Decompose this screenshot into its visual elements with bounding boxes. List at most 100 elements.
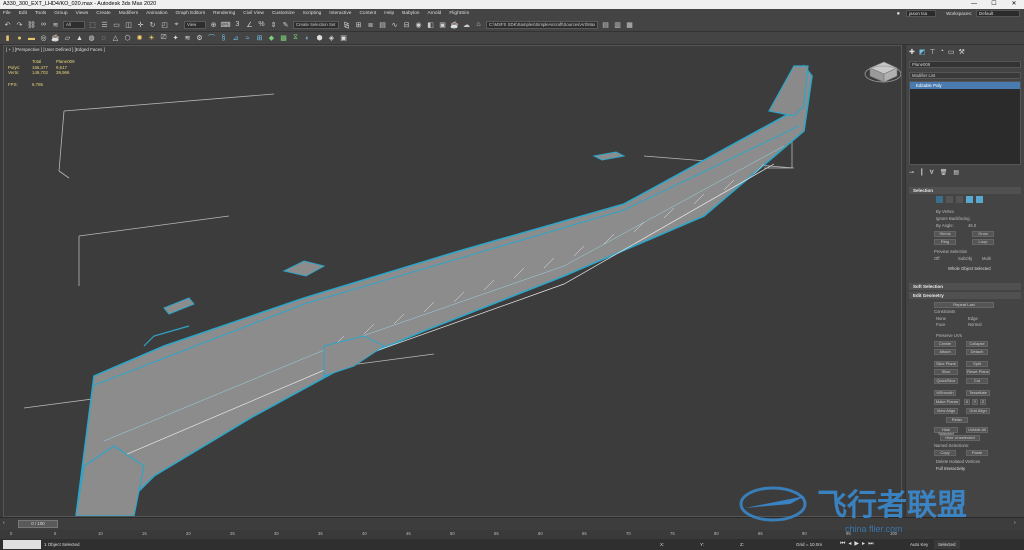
set-project-icon[interactable]: ▤ (601, 20, 610, 29)
a360-icon[interactable]: ⌂ (474, 20, 483, 29)
spinner-snap-icon[interactable]: ⇕ (269, 20, 278, 29)
create-pyramid-icon[interactable]: △ (111, 34, 120, 43)
planar-z-button[interactable]: Z (980, 399, 986, 405)
modifier-uvw-icon[interactable]: ▩ (279, 34, 288, 43)
frame-counter[interactable]: 0 / 100 (18, 520, 58, 528)
constraint-normal-radio[interactable]: Normal (968, 322, 982, 327)
motion-tab-icon[interactable]: ◔ (940, 48, 944, 56)
grid-align-button[interactable]: Grid Align (966, 408, 990, 414)
selection-filter-dropdown[interactable]: All (63, 20, 85, 29)
menu-civil-view[interactable]: Civil View (243, 11, 264, 16)
create-tab-icon[interactable]: ✚ (909, 48, 915, 56)
play-icon[interactable]: ▶ (854, 539, 859, 550)
scale-icon[interactable]: ◰ (160, 20, 169, 29)
preview-multi-radio[interactable]: Multi (982, 256, 991, 261)
create-teapot-icon[interactable]: ☕ (51, 34, 60, 43)
modifier-bend-icon[interactable]: ⌒ (207, 34, 216, 43)
planar-x-button[interactable]: X (964, 399, 970, 405)
render-setup-icon[interactable]: ◧ (426, 20, 435, 29)
render-cloud-icon[interactable]: ☁ (462, 20, 471, 29)
unhide-all-button[interactable]: Unhide All (966, 427, 988, 433)
close-button[interactable]: ✕ (1004, 0, 1024, 9)
toggle-ribbon-icon[interactable]: ▤ (378, 20, 387, 29)
create-torus-icon[interactable]: ◎ (39, 34, 48, 43)
auto-key-button[interactable]: Auto Key (910, 539, 928, 550)
create-helper-icon[interactable]: ✦ (171, 34, 180, 43)
relax-button[interactable]: Relax (946, 417, 968, 423)
align-icon[interactable]: ⊞ (354, 20, 363, 29)
mirror-icon[interactable]: ⧎ (342, 20, 351, 29)
window-crossing-icon[interactable]: ◫ (124, 20, 133, 29)
slice-button[interactable]: Slice (934, 369, 958, 375)
layer-explorer-icon[interactable]: ≣ (366, 20, 375, 29)
place-icon[interactable]: ⌖ (172, 20, 181, 29)
select-by-name-icon[interactable]: ☰ (100, 20, 109, 29)
create-system-icon[interactable]: ⚙ (195, 34, 204, 43)
time-slider-prev-icon[interactable]: ‹ (3, 520, 5, 526)
project-folder-icon[interactable]: ▥ (613, 20, 622, 29)
move-icon[interactable]: ✛ (136, 20, 145, 29)
tessellate-button[interactable]: Tessellate (966, 390, 990, 396)
remove-modifier-icon[interactable]: 🗑 (940, 169, 948, 176)
redo-icon[interactable]: ↷ (15, 20, 24, 29)
create-cylinder-icon[interactable]: ▬ (27, 34, 36, 43)
workspace-dropdown[interactable]: Default (976, 10, 1020, 17)
keyboard-shortcut-icon[interactable]: ⌨ (220, 20, 230, 29)
menu-create[interactable]: Create (96, 11, 110, 16)
maxscript-listener[interactable] (3, 540, 41, 549)
element-icon[interactable] (976, 196, 983, 203)
create-tube-icon[interactable]: ◌ (99, 34, 108, 43)
material-editor-icon[interactable]: ◉ (414, 20, 423, 29)
slice-plane-button[interactable]: Slice Plane (934, 361, 958, 367)
make-planar-button[interactable]: Make Planar (934, 399, 960, 405)
modify-tab-icon[interactable]: ◩ (919, 48, 926, 56)
menu-edit[interactable]: Edit (19, 11, 27, 16)
ring-button[interactable]: Ring (934, 239, 956, 245)
key-filter-dropdown[interactable]: Selected (934, 540, 960, 549)
loop-button[interactable]: Loop (972, 239, 994, 245)
rotate-icon[interactable]: ↻ (148, 20, 157, 29)
curve-editor-icon[interactable]: ∿ (390, 20, 399, 29)
grow-button[interactable]: Grow (972, 231, 994, 237)
modifier-twist-icon[interactable]: § (219, 34, 228, 43)
by-angle-value[interactable]: 45.0 (968, 223, 976, 228)
maximize-button[interactable]: ☐ (984, 0, 1004, 9)
by-angle-checkbox[interactable]: By Angle: (936, 223, 954, 228)
create-box-icon[interactable]: ▮ (3, 34, 12, 43)
hide-selected-button[interactable]: Hide Selected (934, 427, 958, 436)
create-hedra-icon[interactable]: ⬡ (123, 34, 132, 43)
display-tab-icon[interactable]: ▭ (948, 48, 955, 56)
reset-plane-button[interactable]: Reset Plane (966, 369, 990, 375)
track-bar[interactable]: 0 5 10 15 20 25 30 35 40 45 50 55 60 65 70 75 80 85 90 95 10… (0, 530, 1024, 539)
undo-icon[interactable]: ↶ (3, 20, 12, 29)
perspective-viewport[interactable]: [ + ] [Perspective ] [User Defined ] [Ed… (3, 45, 902, 517)
create-sphere-icon[interactable]: ● (15, 34, 24, 43)
modifier-noise-icon[interactable]: ≈ (243, 34, 252, 43)
attach-button[interactable]: Attach (934, 349, 956, 355)
edge-icon[interactable] (946, 196, 953, 203)
cut-button[interactable]: Cut (966, 378, 988, 384)
snap-toggle-icon[interactable]: 3 (233, 20, 242, 29)
modifier-skin-icon[interactable]: ⬢ (315, 34, 324, 43)
go-to-start-icon[interactable]: ⏮ (840, 539, 845, 550)
menu-scripting[interactable]: Scripting (303, 11, 322, 16)
show-end-result-icon[interactable]: ┃ (920, 169, 924, 176)
time-slider[interactable]: ‹ 0 / 100 › (0, 517, 1024, 530)
rendered-frame-icon[interactable]: ▣ (438, 20, 447, 29)
edit-named-sets-icon[interactable]: ✎ (281, 20, 290, 29)
percent-snap-icon[interactable]: % (257, 20, 266, 29)
collapse-button[interactable]: Collapse (966, 341, 988, 347)
create-plane-icon[interactable]: ▱ (63, 34, 72, 43)
ignore-backfacing-checkbox[interactable]: Ignore Backfacing (936, 216, 970, 221)
modifier-symmetry-icon[interactable]: ⧖ (291, 34, 300, 43)
menu-help[interactable]: Help (384, 11, 394, 16)
vertex-icon[interactable] (936, 196, 943, 203)
copy-button[interactable]: Copy (934, 450, 956, 456)
wing-mesh[interactable] (75, 64, 813, 516)
select-sphere-icon[interactable]: ◐ (303, 34, 312, 43)
delete-isolated-checkbox[interactable]: Delete Isolated Vertices (936, 459, 980, 464)
pivot-icon[interactable]: ⊕ (209, 20, 218, 29)
shrink-button[interactable]: Shrink (934, 231, 956, 237)
split-button[interactable]: Split (966, 361, 988, 367)
create-button[interactable]: Create (934, 341, 956, 347)
